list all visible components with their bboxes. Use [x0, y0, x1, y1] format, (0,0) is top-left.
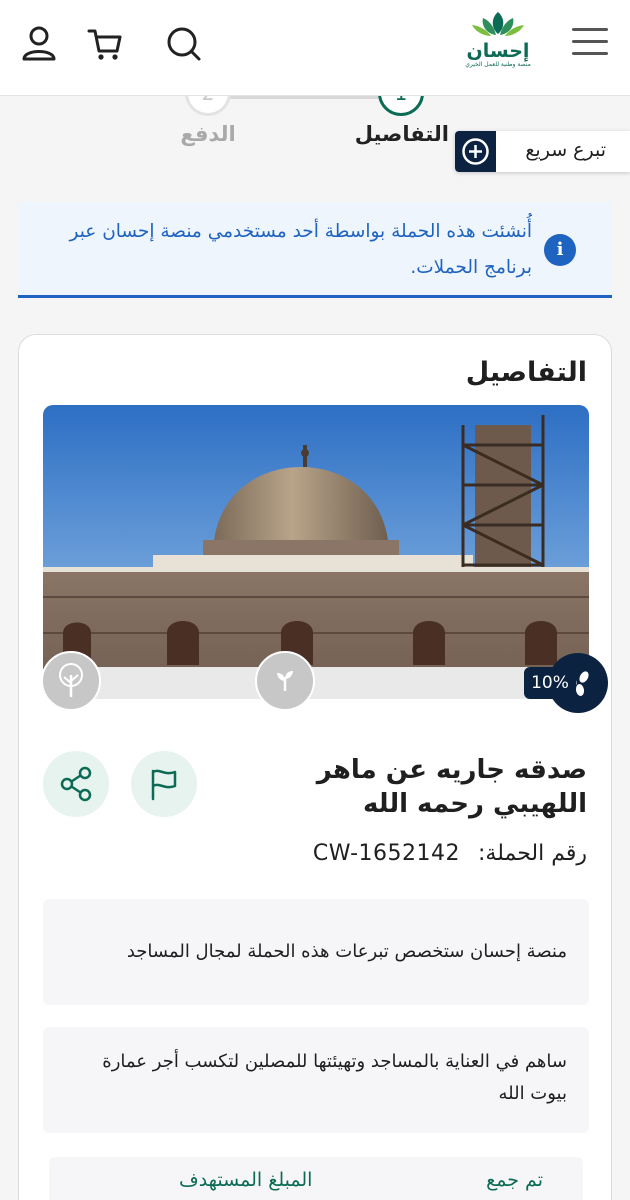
campaign-image [43, 405, 589, 698]
campaign-number-value: CW-1652142 [312, 841, 460, 866]
brand-name: إحسان [466, 40, 530, 62]
campaign-allocation-note: منصة إحسان ستخصص تبرعات هذه الحملة لمجال… [43, 899, 589, 1005]
target-amount-label: المبلغ المستهدف [179, 1169, 313, 1191]
leaves-icon [472, 12, 524, 36]
campaign-name: صدقه جاريه عن ماهر اللهيبي رحمه الله [316, 755, 587, 819]
details-title: التفاصيل [465, 357, 587, 388]
campaign-description: ساهم في العناية بالمساجد وتهيئتها للمصلي… [43, 1027, 589, 1133]
share-button[interactable] [43, 751, 109, 817]
milestone-tree-icon [41, 651, 101, 711]
quick-donate-button[interactable]: تبرع سريع [455, 131, 630, 172]
ihsan-logo[interactable]: إحسان منصة وطنية للعمل الخيري [465, 10, 531, 78]
stepper-connector [210, 96, 400, 99]
details-card: التفاصيل 10% صدقه جاريه عن ماهر اللهيبي … [18, 334, 612, 1200]
step-payment-label: الدفع [180, 122, 236, 146]
quick-donate-label: تبرع سريع [525, 139, 606, 161]
account-icon[interactable] [20, 24, 58, 64]
collected-amount-label: تم جمع [486, 1169, 543, 1191]
plus-circle-icon [455, 131, 496, 172]
campaign-number-label: رقم الحملة: [477, 841, 587, 866]
report-button[interactable] [131, 751, 197, 817]
brand-tagline: منصة وطنية للعمل الخيري [465, 61, 531, 68]
info-banner: i أُنشئت هذه الحملة بواسطة أحد مستخدمي م… [18, 202, 612, 298]
search-icon[interactable] [164, 24, 202, 64]
milestone-sprout-icon [255, 651, 315, 711]
campaign-number-row: رقم الحملة: CW-1652142 [313, 841, 587, 866]
progress-percent-badge: 10% [524, 653, 608, 713]
step-details-label: التفاصيل [354, 122, 449, 146]
info-banner-text: أُنشئت هذه الحملة بواسطة أحد مستخدمي منص… [69, 221, 533, 278]
info-icon: i [544, 234, 576, 266]
menu-icon[interactable] [572, 28, 608, 58]
campaign-stats: تم جمع المبلغ المستهدف [49, 1157, 583, 1200]
cart-icon[interactable] [86, 24, 124, 64]
share-icon [60, 766, 92, 802]
flag-icon [151, 769, 177, 801]
progress-percent-label: 10% [524, 667, 576, 699]
app-header: إحسان منصة وطنية للعمل الخيري [0, 0, 630, 96]
